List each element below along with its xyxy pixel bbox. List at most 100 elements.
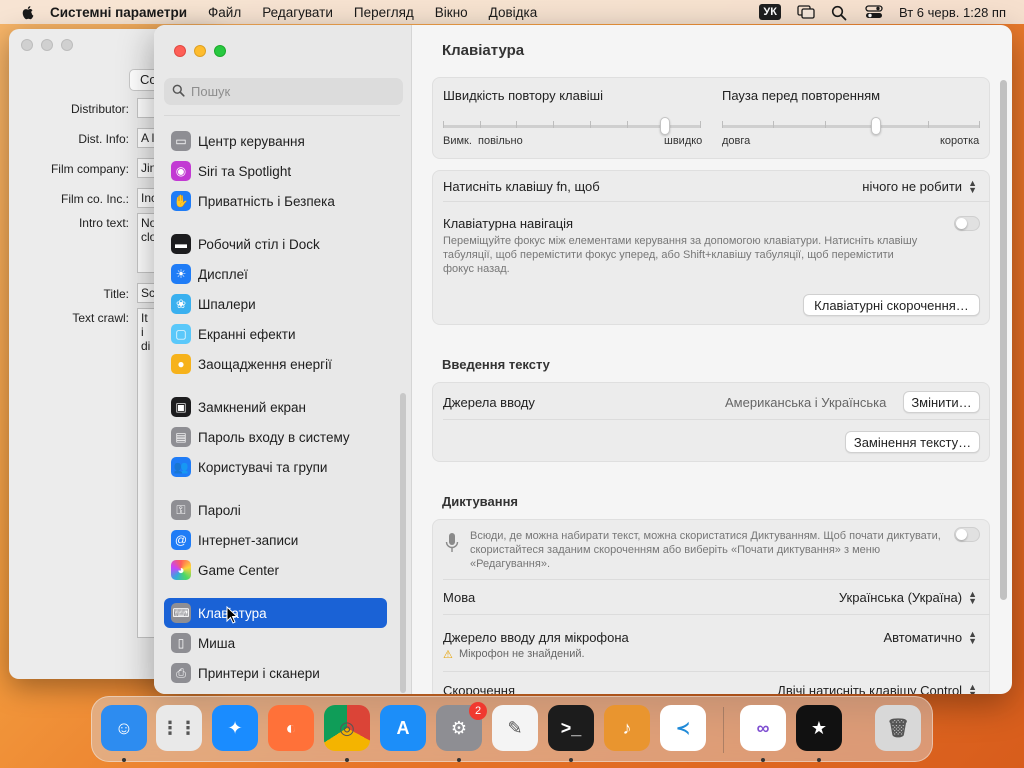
- keyboard-icon: ⌨: [171, 603, 191, 623]
- users-icon: 👥: [171, 457, 191, 477]
- dictation-language-popup[interactable]: Українська (Україна) ▲ ▼: [838, 589, 977, 605]
- dist-info-label: Dist. Info:: [78, 132, 129, 146]
- sidebar-item-label: Миша: [198, 635, 236, 651]
- sidebar-item-label: Пароль входу в систему: [198, 429, 350, 445]
- search-icon[interactable]: [831, 5, 849, 21]
- sidebar-item-printer[interactable]: ⎙ Принтери і сканери: [164, 658, 387, 688]
- dock-terminal-icon[interactable]: >_: [548, 705, 594, 751]
- sidebar-item-at[interactable]: @ Інтернет-записи: [164, 525, 387, 555]
- sidebar-item-game-center[interactable]: ◕ Game Center: [164, 555, 387, 585]
- sidebar-item-control-center[interactable]: ▭ Центр керування: [164, 126, 387, 156]
- dictation-shortcut-popup[interactable]: Двічі натисніть клавішу Control ▲ ▼: [777, 682, 977, 694]
- dictation-toggle[interactable]: [954, 527, 980, 542]
- sidebar-item-sun[interactable]: ☀ Дисплеї: [164, 259, 387, 289]
- sidebar-item-label: Заощадження енергії: [198, 356, 332, 372]
- divider: [443, 419, 990, 420]
- dock-visual-studio-icon[interactable]: ∞: [740, 705, 786, 751]
- menu-help[interactable]: Довідка: [489, 5, 538, 20]
- apple-menu-icon[interactable]: [20, 4, 36, 20]
- text-crawl-label: Text crawl:: [72, 311, 129, 325]
- warning-icon: ⚠: [443, 649, 453, 661]
- dock-launchpad-icon[interactable]: ⋮⋮: [156, 705, 202, 751]
- dictation-desc: Всюди, де можна набирати текст, можна ск…: [470, 530, 941, 570]
- sidebar-item-label: Користувачі та групи: [198, 459, 328, 475]
- dock-trash-icon[interactable]: 🗑: [875, 705, 921, 751]
- control-center-icon[interactable]: [865, 5, 883, 19]
- keyboard-nav-toggle[interactable]: [954, 216, 980, 231]
- sidebar-item-wallpaper[interactable]: ❀ Шпалери: [164, 289, 387, 319]
- keyboard-shortcuts-button[interactable]: Клавіатурні скорочення…: [803, 294, 980, 316]
- divider: [443, 671, 990, 672]
- sidebar-item-label: Робочий стіл і Dock: [198, 236, 320, 252]
- notification-badge: 2: [469, 702, 487, 720]
- dock-safari-icon[interactable]: ✦: [212, 705, 258, 751]
- search-input[interactable]: [191, 84, 391, 99]
- lock-screen-icon: ▣: [171, 397, 191, 417]
- dock-separator: [723, 707, 724, 753]
- fn-key-popup[interactable]: нічого не робити ▲ ▼: [862, 178, 977, 194]
- sidebar-item-users[interactable]: 👥 Користувачі та групи: [164, 452, 387, 482]
- minimize-button[interactable]: [41, 39, 53, 51]
- minimize-button[interactable]: [194, 45, 206, 57]
- menu-file[interactable]: Файл: [208, 5, 241, 20]
- sidebar-item-key[interactable]: ⚿ Паролі: [164, 495, 387, 525]
- keyboard-nav-label: Клавіатурна навігація: [443, 216, 574, 231]
- repeat-delay-slider[interactable]: [722, 117, 980, 137]
- sidebar-item-keyboard[interactable]: ⌨Клавіатура: [164, 598, 387, 628]
- window-controls: [174, 45, 226, 57]
- sun-icon: ☀: [171, 264, 191, 284]
- mic-source-popup[interactable]: Автоматично ▲ ▼: [883, 629, 977, 645]
- sidebar-search[interactable]: [164, 78, 403, 105]
- dock-textedit-icon[interactable]: ✎: [492, 705, 538, 751]
- distributor-label: Distributor:: [70, 102, 129, 116]
- sidebar-item-lock-screen[interactable]: ▣ Замкнений екран: [164, 392, 387, 422]
- slider-thumb[interactable]: [871, 117, 881, 135]
- slider-tick: [590, 121, 591, 128]
- menu-app-name[interactable]: Системні параметри: [50, 5, 187, 20]
- screen-mirroring-icon[interactable]: [797, 5, 815, 19]
- game-center-icon: ◕: [171, 560, 191, 580]
- sidebar-item-bulb[interactable]: ● Заощадження енергії: [164, 349, 387, 379]
- sidebar-item-screensaver[interactable]: ▢ Екранні ефекти: [164, 319, 387, 349]
- dock-app-store-icon[interactable]: A: [380, 705, 426, 751]
- input-source-indicator[interactable]: УК: [759, 4, 781, 20]
- fn-key-value: нічого не робити: [862, 179, 963, 194]
- input-sources-label: Джерела вводу: [443, 395, 535, 410]
- content-scrollbar[interactable]: [1000, 80, 1007, 600]
- sidebar-item-siri[interactable]: ◉ Siri та Spotlight: [164, 156, 387, 186]
- slider-tick: [773, 121, 774, 128]
- zoom-button[interactable]: [214, 45, 226, 57]
- zoom-button[interactable]: [61, 39, 73, 51]
- sidebar-item-label: Приватність і Безпека: [198, 193, 335, 209]
- repeat-rate-slider[interactable]: [443, 117, 701, 137]
- edit-input-sources-button[interactable]: Змінити…: [903, 391, 980, 413]
- slider-thumb[interactable]: [660, 117, 670, 135]
- mic-source-label: Джерело вводу для мікрофона: [443, 630, 629, 645]
- sidebar-item-mouse[interactable]: ▯ Миша: [164, 628, 387, 658]
- dock-vscode-icon[interactable]: ≺: [660, 705, 706, 751]
- text-replacements-button[interactable]: Замінення тексту…: [845, 431, 980, 453]
- text-input-section-title: Введення тексту: [442, 357, 550, 372]
- menu-window[interactable]: Вікно: [435, 5, 468, 20]
- menu-bar-clock[interactable]: Вт 6 черв. 1:28 пп: [899, 5, 1006, 20]
- slider-off-label: Вимк.: [443, 135, 472, 147]
- dock-finder-icon[interactable]: ☺: [101, 705, 147, 751]
- slider-tick: [516, 121, 517, 128]
- sidebar-item-hand[interactable]: ✋ Приватність і Безпека: [164, 186, 387, 216]
- dock-chrome-icon[interactable]: ◎: [324, 705, 370, 751]
- dock-firefox-icon[interactable]: ◐: [268, 705, 314, 751]
- menu-view[interactable]: Перегляд: [354, 5, 414, 20]
- dock-garageband-icon[interactable]: ♪: [604, 705, 650, 751]
- sidebar-item-dock[interactable]: ▬ Робочий стіл і Dock: [164, 229, 387, 259]
- running-indicator: [122, 758, 126, 762]
- dock-movie-credits-icon[interactable]: ★: [796, 705, 842, 751]
- menu-edit[interactable]: Редагувати: [262, 5, 333, 20]
- repeat-delay-label: Пауза перед повторенням: [722, 88, 881, 103]
- sidebar-item-lock[interactable]: ▤ Пароль входу в систему: [164, 422, 387, 452]
- close-button[interactable]: [174, 45, 186, 57]
- dictation-language-value: Українська (Україна): [838, 590, 963, 605]
- dictation-section-title: Диктування: [442, 494, 519, 509]
- sidebar-scrollbar[interactable]: [400, 393, 406, 693]
- running-indicator: [457, 758, 461, 762]
- close-button[interactable]: [21, 39, 33, 51]
